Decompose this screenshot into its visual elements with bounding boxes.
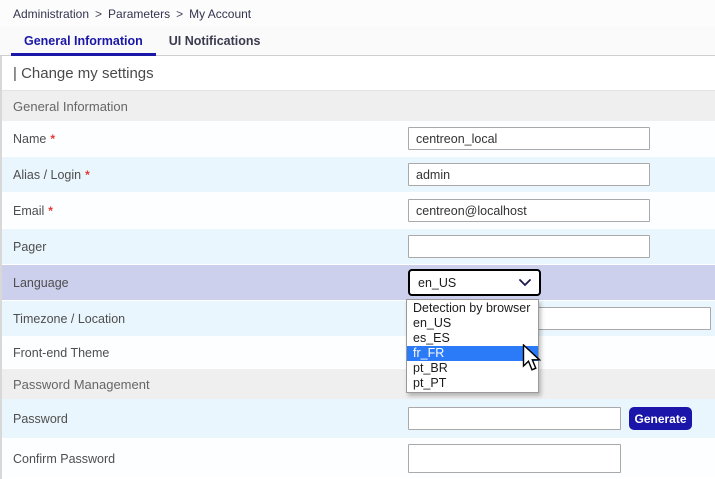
name-label: Name (13, 132, 46, 146)
form-row-password: Password Generate (2, 399, 715, 439)
mouse-cursor-icon (522, 344, 544, 379)
frontend-theme-label: Front-end Theme (13, 346, 109, 360)
language-option-pt-br[interactable]: pt_BR (407, 361, 538, 376)
language-label: Language (13, 276, 69, 290)
page-title: | Change my settings (2, 56, 715, 91)
section-header-password-management: Password Management (2, 369, 715, 399)
alias-login-label: Alias / Login (13, 168, 81, 182)
form-row-language: Language en_US (2, 265, 715, 301)
language-option-es-es[interactable]: es_ES (407, 331, 538, 346)
alias-login-input[interactable] (408, 163, 650, 186)
breadcrumb-separator: > (176, 7, 183, 21)
pager-label: Pager (13, 240, 46, 254)
timezone-label: Timezone / Location (13, 312, 125, 326)
form-row-name: Name * (2, 121, 715, 157)
form-row-alias-login: Alias / Login * (2, 157, 715, 193)
password-input[interactable] (408, 407, 621, 430)
generate-password-button[interactable]: Generate (629, 407, 692, 430)
tab-bar: General Information UI Notifications (0, 27, 715, 56)
breadcrumb-separator: > (95, 7, 102, 21)
language-option-detection-by-browser[interactable]: Detection by browser (407, 301, 538, 316)
password-label: Password (13, 412, 68, 426)
pager-input[interactable] (408, 235, 650, 258)
language-option-pt-pt[interactable]: pt_PT (407, 376, 538, 391)
required-marker: * (48, 204, 53, 218)
required-marker: * (50, 132, 55, 146)
language-select[interactable]: en_US (408, 269, 541, 296)
form-row-frontend-theme: Front-end Theme (2, 337, 715, 369)
my-account-page: Administration > Parameters > My Account… (0, 0, 715, 479)
breadcrumb-item-my-account[interactable]: My Account (189, 7, 251, 21)
chevron-down-icon (519, 279, 531, 287)
breadcrumb-item-parameters[interactable]: Parameters (108, 7, 170, 21)
name-input[interactable] (408, 127, 650, 150)
form-row-confirm-password: Confirm Password (2, 439, 715, 479)
breadcrumb: Administration > Parameters > My Account (0, 0, 715, 27)
language-select-value: en_US (418, 276, 456, 290)
form-row-pager: Pager (2, 229, 715, 265)
confirm-password-label: Confirm Password (13, 452, 115, 466)
breadcrumb-item-administration[interactable]: Administration (13, 7, 89, 21)
email-input[interactable] (408, 199, 650, 222)
tab-ui-notifications[interactable]: UI Notifications (156, 27, 274, 55)
section-header-general-information: General Information (2, 91, 715, 121)
language-dropdown-list: Detection by browser en_US es_ES fr_FR p… (406, 299, 539, 393)
confirm-password-input[interactable] (408, 444, 621, 473)
form-row-timezone: Timezone / Location (2, 301, 715, 337)
email-label: Email (13, 204, 44, 218)
language-option-en-us[interactable]: en_US (407, 316, 538, 331)
tab-general-information[interactable]: General Information (11, 27, 156, 56)
form-row-email: Email * (2, 193, 715, 229)
language-option-fr-fr[interactable]: fr_FR (407, 346, 538, 361)
required-marker: * (85, 168, 90, 182)
